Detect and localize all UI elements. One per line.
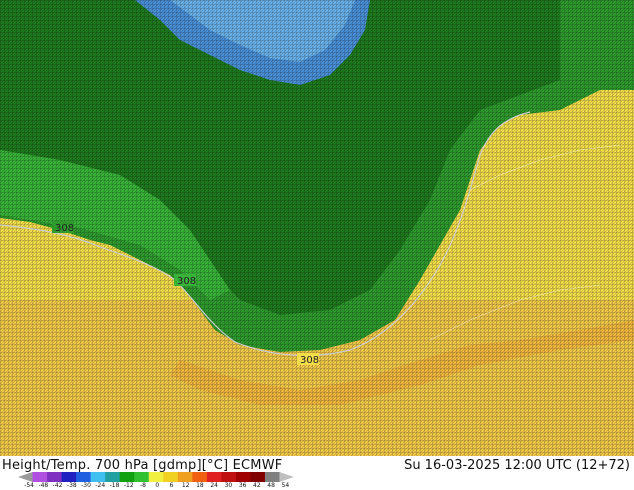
colorbar-tick-label: 12 bbox=[181, 482, 190, 489]
svg-text:308: 308 bbox=[177, 276, 196, 287]
colorbar-segment bbox=[32, 472, 48, 482]
colorbar-tick-label: -30 bbox=[81, 482, 91, 489]
map-canvas: 308 308 308 bbox=[0, 0, 634, 456]
colorbar-tick-label: 42 bbox=[253, 482, 261, 489]
colorbar-tick-label: 6 bbox=[169, 482, 174, 489]
colorbar-tick-label: 36 bbox=[238, 482, 247, 489]
svg-text:308: 308 bbox=[55, 223, 74, 234]
map-title: Height/Temp. 700 hPa [gdmp][°C] ECMWF bbox=[2, 458, 283, 473]
colorbar-segment bbox=[61, 472, 77, 482]
colorbar-segment bbox=[221, 472, 237, 482]
contour-label-3: 308 bbox=[297, 353, 319, 366]
colorbar-tick-label: -18 bbox=[109, 482, 120, 489]
colorbar-tick-label: -54 bbox=[24, 482, 35, 489]
temperature-colorbar bbox=[18, 472, 294, 482]
colorbar-arrow-right bbox=[279, 472, 294, 482]
colorbar-segment bbox=[206, 472, 222, 482]
colorbar-segment bbox=[163, 472, 179, 482]
valid-time: Su 16-03-2025 12:00 UTC (12+72) bbox=[404, 458, 630, 473]
colorbar-segment bbox=[76, 472, 92, 482]
colorbar-tick-label: 0 bbox=[155, 482, 160, 489]
colorbar-tick-label: -42 bbox=[52, 482, 63, 489]
colorbar-segment bbox=[264, 472, 280, 482]
colorbar-tick-labels: -54 -48 -42 -38 -30 -24 -18 -12 -8 0 6 12 18 24 30 36 42… bbox=[18, 482, 294, 490]
contour-label-1: 308 bbox=[52, 221, 74, 234]
colorbar-tick-label: 30 bbox=[224, 482, 233, 489]
colorbar-segment bbox=[177, 472, 193, 482]
colorbar-segment bbox=[105, 472, 121, 482]
colorbar-tick-label: -12 bbox=[123, 482, 134, 489]
colorbar-arrow-left bbox=[18, 472, 33, 482]
colorbar-tick-label: 24 bbox=[210, 482, 218, 489]
colorbar-segment bbox=[119, 472, 135, 482]
svg-text:308: 308 bbox=[300, 355, 319, 366]
colorbar-tick-label: 48 bbox=[267, 482, 275, 489]
colorbar-segment bbox=[235, 472, 251, 482]
colorbar-tick-label: 54 bbox=[281, 482, 290, 489]
colorbar-segment bbox=[134, 472, 150, 482]
colorbar-tick-label: -8 bbox=[140, 482, 146, 489]
colorbar-tick-label: -48 bbox=[38, 482, 49, 489]
colorbar-segment bbox=[90, 472, 106, 482]
colorbar-segment bbox=[192, 472, 208, 482]
colorbar-segment bbox=[47, 472, 63, 482]
colorbar-segment bbox=[148, 472, 164, 482]
colorbar-segment bbox=[250, 472, 266, 482]
colorbar-tick-label: -38 bbox=[66, 482, 77, 489]
barb-texture-2 bbox=[0, 0, 634, 456]
colorbar-tick-label: -24 bbox=[95, 482, 106, 489]
colorbar-tick-label: 18 bbox=[196, 482, 204, 489]
contour-label-2: 308 bbox=[174, 274, 196, 287]
weather-map: 308 308 308 bbox=[0, 0, 634, 456]
